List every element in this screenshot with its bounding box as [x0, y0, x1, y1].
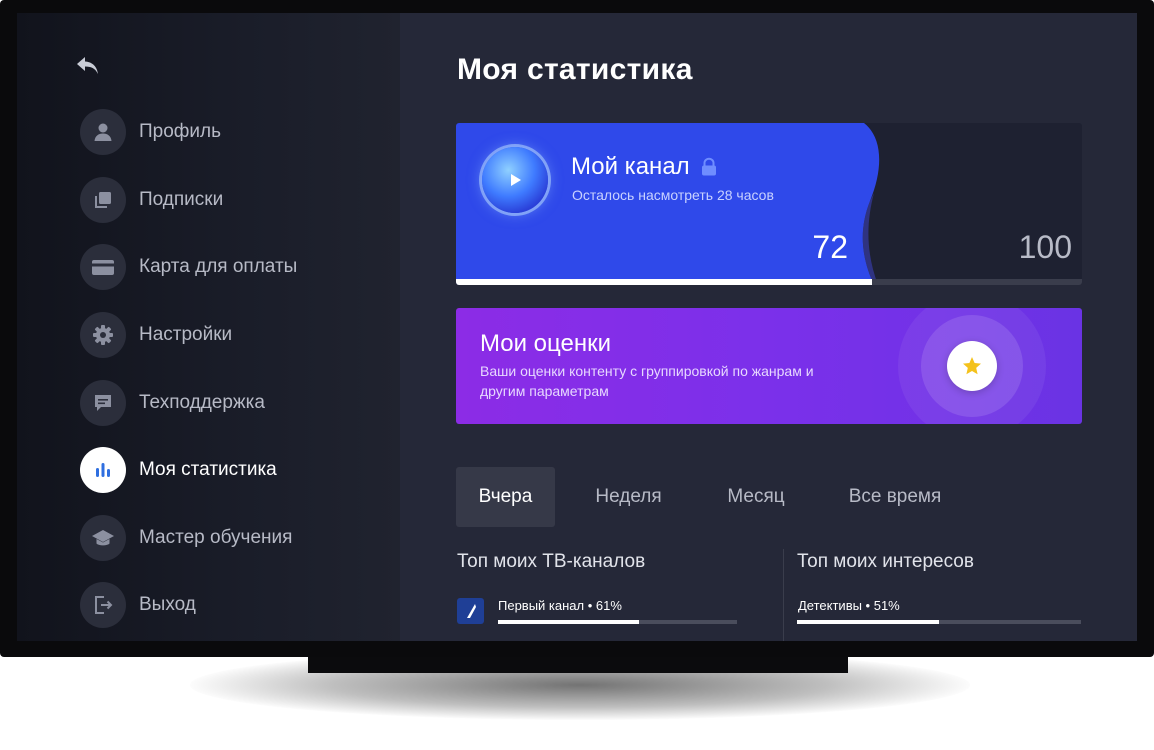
- tab-month[interactable]: Месяц: [706, 467, 806, 527]
- tv-frame: Профиль Подписки Карта для оплаты Настро…: [0, 0, 1154, 657]
- play-icon: [482, 147, 548, 213]
- sidebar-item-label: Мастер обучения: [139, 527, 293, 548]
- sidebar-item-settings[interactable]: Настройки: [80, 311, 232, 359]
- ratings-title: Мои оценки: [480, 330, 612, 357]
- tab-all-time[interactable]: Все время: [828, 467, 962, 527]
- sidebar-item-logout[interactable]: Выход: [80, 581, 196, 629]
- top-interest-bar-track: [797, 620, 1081, 624]
- tv-screen: Профиль Подписки Карта для оплаты Настро…: [17, 13, 1137, 641]
- sidebar-item-label: Настройки: [139, 324, 233, 345]
- page-title: Моя статистика: [457, 53, 693, 86]
- sidebar-item-label: Выход: [139, 594, 196, 615]
- sidebar-item-tutorial[interactable]: Мастер обучения: [80, 514, 292, 562]
- top-channel-label: Первый канал • 61%: [498, 598, 622, 613]
- logout-icon: [80, 582, 126, 628]
- user-icon: [80, 109, 126, 155]
- channel-title: Мой канал: [571, 153, 690, 180]
- sidebar-item-subscriptions[interactable]: Подписки: [80, 176, 223, 224]
- sidebar-item-support[interactable]: Техподдержка: [80, 379, 265, 427]
- sidebar-item-label: Подписки: [139, 189, 224, 210]
- channel-progress-value: 72: [812, 229, 848, 265]
- subscriptions-icon: [80, 177, 126, 223]
- column-divider: [783, 549, 784, 641]
- sidebar-item-profile[interactable]: Профиль: [80, 108, 221, 156]
- bar-chart-icon: [80, 447, 126, 493]
- lock-icon: [700, 157, 718, 177]
- sidebar-item-payment-card[interactable]: Карта для оплаты: [80, 243, 297, 291]
- tab-yesterday[interactable]: Вчера: [456, 467, 555, 527]
- sidebar: Профиль Подписки Карта для оплаты Настро…: [17, 13, 400, 641]
- top-channels-title: Топ моих ТВ-каналов: [457, 551, 646, 572]
- ratings-description: Ваши оценки контенту с группировкой по ж…: [480, 363, 814, 399]
- gear-icon: [80, 312, 126, 358]
- top-channel-bar-fill: [498, 620, 639, 624]
- chat-icon: [80, 380, 126, 426]
- sidebar-item-label: Моя статистика: [139, 459, 277, 480]
- sidebar-item-label: Профиль: [139, 121, 222, 142]
- tab-week[interactable]: Неделя: [576, 467, 681, 527]
- top-interest-bar-fill: [797, 620, 939, 624]
- star-icon: [947, 341, 997, 391]
- back-button[interactable]: [73, 53, 103, 83]
- channel-subtitle: Осталось насмотреть 28 часов: [572, 187, 774, 203]
- back-arrow-icon: [75, 55, 101, 82]
- credit-card-icon: [80, 244, 126, 290]
- sidebar-item-my-statistics[interactable]: Моя статистика: [80, 446, 277, 494]
- sidebar-item-label: Техподдержка: [139, 392, 265, 413]
- top-interests-title: Топ моих интересов: [797, 551, 974, 572]
- top-channel-bar-track: [498, 620, 737, 624]
- graduation-cap-icon: [80, 515, 126, 561]
- channel-logo-icon: [457, 598, 484, 624]
- main-content: Моя статистика Мой канал Осталось насмот…: [400, 13, 1137, 641]
- channel-progress-fill: [456, 279, 873, 285]
- my-channel-card[interactable]: Мой канал Осталось насмотреть 28 часов 7…: [456, 123, 1082, 285]
- channel-progress-track: [456, 279, 1082, 285]
- top-interest-label: Детективы • 51%: [798, 598, 900, 613]
- sidebar-item-label: Карта для оплаты: [139, 256, 298, 277]
- channel-progress-max: 100: [1018, 229, 1072, 265]
- my-ratings-card[interactable]: Мои оценки Ваши оценки контенту с группи…: [456, 308, 1082, 424]
